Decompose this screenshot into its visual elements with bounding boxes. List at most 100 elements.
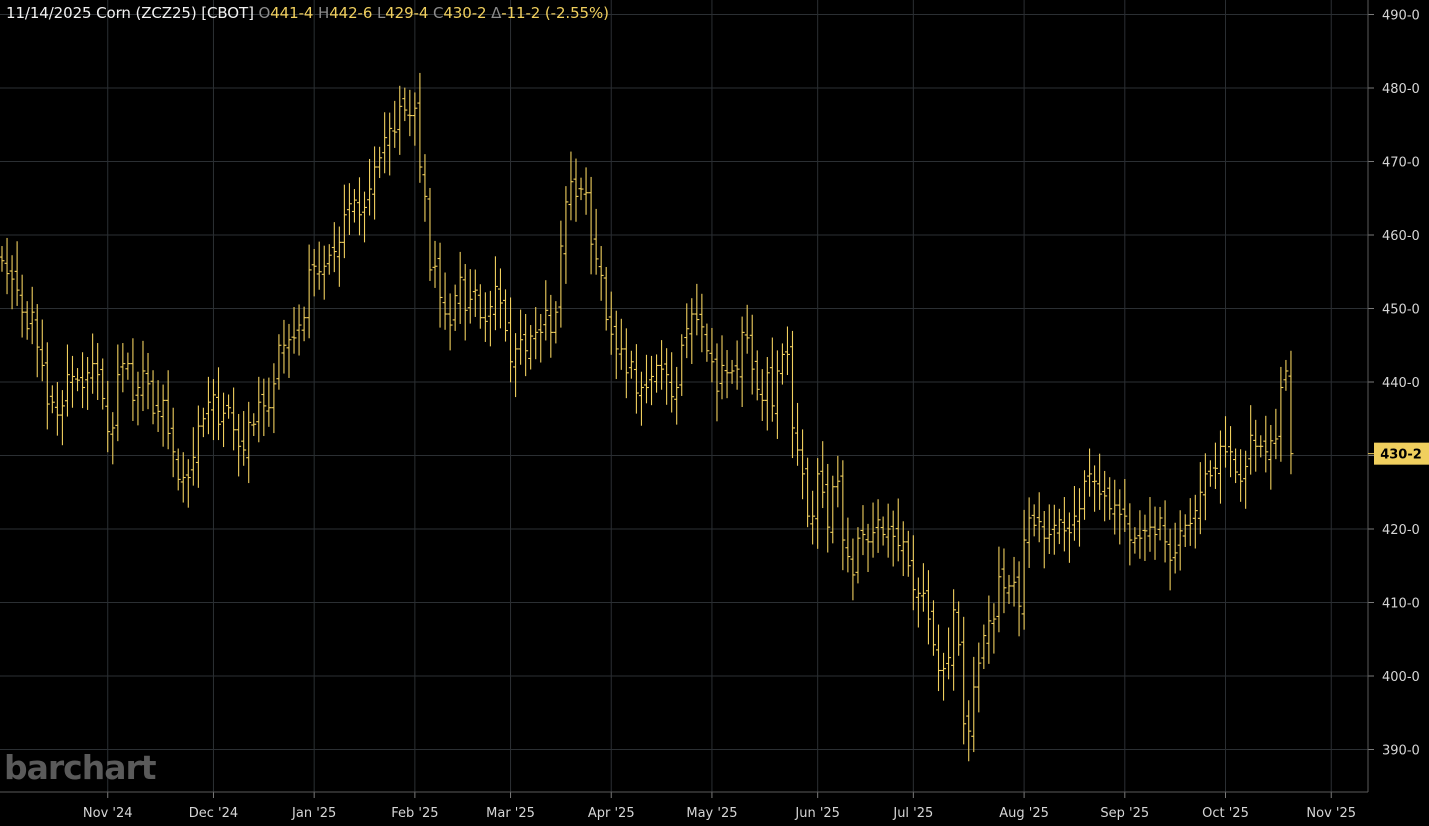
ohlc-bar (1263, 415, 1269, 473)
ohlc-bar (991, 603, 997, 654)
ohlc-bar (709, 327, 715, 383)
ohlc-bar (326, 244, 332, 275)
ohlc-bar (387, 112, 393, 176)
ohlc-bar (256, 376, 262, 443)
ohlc-bar (205, 376, 211, 435)
ohlc-bar (800, 429, 806, 500)
ohlc-bar (226, 394, 232, 419)
ohlc-bar (462, 264, 468, 341)
ohlc-bar (412, 92, 418, 146)
ohlc-bar (880, 516, 886, 546)
ohlc-bar (145, 352, 151, 410)
price-chart[interactable]: 490-0480-0470-0460-0450-0440-0430-0420-0… (0, 0, 1429, 826)
ohlc-bar (135, 371, 141, 426)
ohlc-bar (246, 401, 252, 484)
ohlc-bar (724, 350, 730, 399)
ohlc-bar (946, 627, 952, 680)
ohlc-bar (845, 517, 851, 573)
ohlc-bar (749, 314, 755, 395)
ohlc-bar (528, 325, 534, 370)
ohlc-bar (120, 343, 126, 393)
ohlc-bar (855, 527, 861, 584)
ohlc-bar (85, 357, 91, 410)
ohlc-bar (346, 183, 352, 235)
ohlc-bar (613, 310, 619, 380)
ohlc-bar (49, 385, 55, 414)
ohlc-bar (679, 334, 685, 396)
ohlc-bar (216, 367, 222, 441)
ohlc-bar (805, 457, 811, 528)
change-value: -11-2 (-2.55%) (501, 4, 609, 22)
ohlc-bar (1066, 512, 1072, 563)
ohlc-bar (1097, 453, 1103, 510)
chart-canvas[interactable]: 490-0480-0470-0460-0450-0440-0430-0420-0… (0, 0, 1429, 826)
x-tick-label: Aug '25 (999, 806, 1049, 821)
x-tick-label: Dec '24 (189, 806, 238, 821)
ohlc-bar (830, 475, 836, 544)
ohlc-bar (14, 241, 20, 306)
y-tick-label: 390-0 (1382, 744, 1420, 759)
x-tick-label: Sep '25 (1100, 806, 1149, 821)
ohlc-bar (487, 290, 493, 347)
ohlc-bar (699, 293, 705, 353)
y-tick-label: 400-0 (1382, 670, 1420, 685)
low-value: 429-4 (385, 4, 429, 22)
ohlc-bar (367, 158, 373, 216)
ohlc-bar (311, 248, 317, 297)
ohlc-bar (402, 87, 408, 122)
ohlc-bar (1212, 442, 1218, 489)
ohlc-bar (870, 502, 876, 558)
ohlc-bar (840, 460, 846, 571)
ohlc-bar (674, 366, 680, 425)
change-label: Δ (491, 4, 502, 22)
ohlc-bar (583, 167, 589, 215)
ohlc-bar (795, 402, 801, 466)
ohlc-bar (971, 656, 977, 753)
ohlc-bar (1011, 556, 1017, 607)
last-price-label: 430-2 (1380, 448, 1422, 463)
ohlc-bar (910, 535, 916, 611)
ohlc-bar (633, 344, 639, 414)
ohlc-bar (9, 255, 15, 310)
ohlc-bar (1001, 548, 1007, 614)
ohlc-bar (905, 530, 911, 577)
ohlc-bar (810, 490, 816, 545)
ohlc-bar (1177, 510, 1183, 571)
y-tick-label: 490-0 (1382, 9, 1420, 24)
ohlc-bars (0, 72, 1294, 762)
ohlc-bar (377, 146, 383, 179)
ohlc-bar (1051, 504, 1057, 555)
axes: 490-0480-0470-0460-0450-0440-0430-0420-0… (0, 0, 1429, 821)
ohlc-bar (538, 314, 544, 363)
y-tick-label: 460-0 (1382, 229, 1420, 244)
x-tick-label: Oct '25 (1202, 806, 1249, 821)
ohlc-bar (1192, 494, 1198, 549)
ohlc-bar (1076, 488, 1082, 547)
ohlc-bar (80, 352, 86, 409)
ohlc-bar (482, 292, 488, 342)
ohlc-bar (437, 242, 443, 328)
ohlc-bar (130, 338, 136, 421)
ohlc-bar (835, 455, 841, 508)
ohlc-bar (266, 377, 272, 427)
high-label: H (318, 4, 330, 22)
high-value: 442-6 (329, 4, 373, 22)
ohlc-bar (125, 352, 131, 380)
ohlc-bar (497, 268, 503, 329)
y-tick-label: 450-0 (1382, 303, 1420, 318)
ohlc-bar (603, 266, 609, 331)
ohlc-bar (513, 333, 519, 398)
ohlc-bar (351, 189, 357, 223)
ohlc-bar (210, 379, 216, 441)
ohlc-bar (628, 350, 634, 379)
ohlc-bar (251, 413, 257, 437)
ohlc-bar (59, 390, 65, 446)
ohlc-bar (1228, 426, 1234, 478)
ohlc-bar (29, 286, 35, 345)
ohlc-bar (417, 72, 423, 183)
ohlc-bar (316, 241, 322, 290)
ohlc-bar (160, 384, 166, 447)
ohlc-bar (739, 316, 745, 407)
y-tick-label: 420-0 (1382, 523, 1420, 538)
ohlc-bar (1207, 460, 1213, 487)
